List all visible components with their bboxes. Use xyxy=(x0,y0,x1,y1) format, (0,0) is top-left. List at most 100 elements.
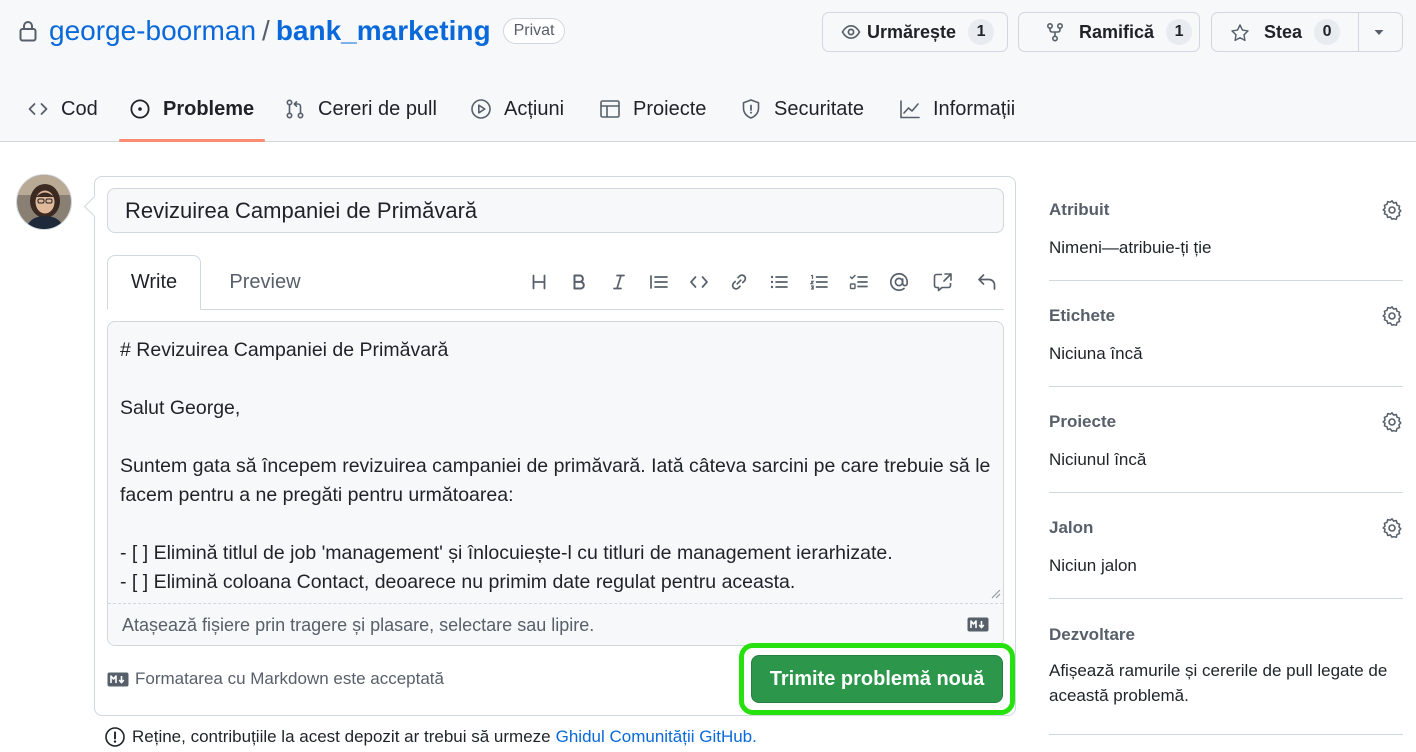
git-pull-request-icon xyxy=(284,98,306,120)
watch-count: 1 xyxy=(968,19,995,45)
issue-body-line: Suntem gata să începem revizuirea campan… xyxy=(120,455,996,506)
projects-heading[interactable]: Proiecte xyxy=(1049,411,1403,433)
tab-actions[interactable]: Acțiuni xyxy=(470,90,564,128)
gear-icon[interactable] xyxy=(1381,199,1403,221)
projects-value: Niciunul încă xyxy=(1049,450,1147,469)
tab-projects-label: Proiecte xyxy=(633,97,707,120)
tab-security-label: Securitate xyxy=(774,97,865,120)
gear-icon[interactable] xyxy=(1381,411,1403,433)
watch-button[interactable]: Urmărește 1 xyxy=(822,12,1008,52)
repo-separator: / xyxy=(262,15,270,46)
issue-body-text: # Revizuirea Campaniei de Primăvară Salu… xyxy=(120,336,1000,597)
tab-preview[interactable]: Preview xyxy=(213,255,317,310)
mention-icon[interactable] xyxy=(879,267,919,297)
sidebar-labels: Etichete Niciuna încă xyxy=(1049,305,1403,366)
repo-forked-icon xyxy=(1045,22,1065,42)
code-icon[interactable] xyxy=(679,267,719,297)
new-issue-form: Write Preview xyxy=(94,176,1016,716)
fork-label: Ramifică xyxy=(1079,21,1155,42)
star-icon xyxy=(1230,22,1250,42)
link-icon[interactable] xyxy=(719,267,759,297)
sidebar-divider xyxy=(1049,492,1403,493)
community-guidelines-link[interactable]: Ghidul Comunității GitHub. xyxy=(556,727,757,747)
star-button[interactable]: Stea 0 xyxy=(1211,12,1403,52)
sidebar-development: Dezvoltare Afișează ramurile și cererile… xyxy=(1049,624,1403,708)
shield-icon xyxy=(740,98,762,120)
fork-button[interactable]: Ramifică 1 xyxy=(1018,12,1200,52)
heading-icon[interactable] xyxy=(519,267,559,297)
watch-label: Urmărește xyxy=(867,21,957,42)
unordered-list-icon[interactable] xyxy=(759,267,799,297)
issue-opened-icon xyxy=(129,98,151,120)
issue-body-line: Salut George, xyxy=(120,397,241,419)
tab-pull-requests[interactable]: Cereri de pull xyxy=(284,90,437,128)
ordered-list-icon[interactable] xyxy=(799,267,839,297)
markdown-supported-note: Formatarea cu Markdown este acceptată xyxy=(107,669,444,689)
gear-icon[interactable] xyxy=(1381,517,1403,539)
tab-projects[interactable]: Proiecte xyxy=(599,90,706,128)
eye-icon xyxy=(841,22,861,42)
tab-pull-requests-label: Cereri de pull xyxy=(318,97,437,120)
sidebar-assignees: Atribuit Nimeni—atribuie-ți ție xyxy=(1049,199,1403,260)
tab-insights[interactable]: Informații xyxy=(899,90,1015,128)
triangle-down-icon[interactable] xyxy=(1370,23,1388,41)
milestone-heading[interactable]: Jalon xyxy=(1049,517,1403,539)
tab-code-label: Cod xyxy=(61,97,98,120)
visibility-badge: Privat xyxy=(502,18,566,44)
assignees-value[interactable]: Nimeni—atribuie-ți ție xyxy=(1049,235,1403,260)
quote-icon[interactable] xyxy=(639,267,679,297)
submit-new-issue-button[interactable]: Trimite problemă nouă xyxy=(751,655,1003,703)
sidebar-milestone: Jalon Niciun jalon xyxy=(1049,517,1403,578)
tab-write[interactable]: Write xyxy=(107,255,201,310)
sidebar-divider xyxy=(1049,598,1403,599)
tab-issues[interactable]: Probleme xyxy=(129,90,254,128)
sidebar-divider xyxy=(1049,386,1403,387)
task-list-icon[interactable] xyxy=(839,267,879,297)
undo-icon[interactable] xyxy=(967,267,1007,297)
tab-security[interactable]: Securitate xyxy=(740,90,864,128)
attach-files-hint: Atașează fișiere prin tragere și plasare… xyxy=(122,615,595,635)
issue-title-input[interactable] xyxy=(107,188,1004,233)
user-avatar[interactable] xyxy=(16,174,72,230)
assignees-heading[interactable]: Atribuit xyxy=(1049,199,1403,221)
repo-header: george-boorman / bank_marketing Privat Urmă… xyxy=(0,0,1416,142)
play-icon xyxy=(470,98,492,120)
issue-body-line xyxy=(120,423,1000,452)
tab-code[interactable]: Cod xyxy=(27,90,98,128)
issue-body-line xyxy=(120,510,1000,539)
development-value: Afișează ramurile și cererile de pull le… xyxy=(1049,661,1388,705)
development-heading: Dezvoltare xyxy=(1049,625,1135,644)
markdown-icon xyxy=(967,617,989,632)
active-tab-underline xyxy=(119,139,265,142)
issue-body-textarea[interactable]: # Revizuirea Campaniei de Primăvară Salu… xyxy=(107,321,1004,646)
star-divider xyxy=(1358,13,1359,51)
sidebar-projects: Proiecte Niciunul încă xyxy=(1049,411,1403,472)
issue-body-line: - [ ] Elimină titlul de job 'management'… xyxy=(120,542,893,564)
labels-heading[interactable]: Etichete xyxy=(1049,305,1403,327)
resize-grip-icon[interactable] xyxy=(989,586,1001,599)
tab-insights-label: Informații xyxy=(933,97,1016,120)
cross-reference-icon[interactable] xyxy=(923,267,963,297)
bold-icon[interactable] xyxy=(559,267,599,297)
italic-icon[interactable] xyxy=(599,267,639,297)
gear-icon[interactable] xyxy=(1381,305,1403,327)
repo-owner-link[interactable]: george-boorman xyxy=(49,15,256,46)
issue-body-line: - [ ] Elimină coloana Contact, deoarece … xyxy=(120,571,796,593)
guidelines-text: Reține, contribuțiile la acest depozit a… xyxy=(132,727,551,746)
attach-files-bar[interactable]: Atașează fișiere prin tragere și plasare… xyxy=(108,603,1003,645)
markdown-icon xyxy=(107,672,129,687)
graph-icon xyxy=(899,98,921,120)
star-label: Stea xyxy=(1264,21,1303,42)
sidebar-divider xyxy=(1049,280,1403,281)
repo-name-link[interactable]: bank_marketing xyxy=(276,15,491,46)
markdown-note-text: Formatarea cu Markdown este acceptată xyxy=(135,669,444,688)
table-icon xyxy=(599,98,621,120)
repo-title: george-boorman / bank_marketing Privat xyxy=(49,13,566,49)
community-guidelines-note: Reține, contribuțiile la acest depozit a… xyxy=(104,726,757,748)
issue-body-line: # Revizuirea Campaniei de Primăvară xyxy=(120,339,449,361)
lock-icon xyxy=(18,20,38,42)
star-count: 0 xyxy=(1314,19,1341,45)
tab-actions-label: Acțiuni xyxy=(504,97,565,120)
fork-count: 1 xyxy=(1166,19,1193,45)
markdown-toolbar xyxy=(519,267,1007,297)
